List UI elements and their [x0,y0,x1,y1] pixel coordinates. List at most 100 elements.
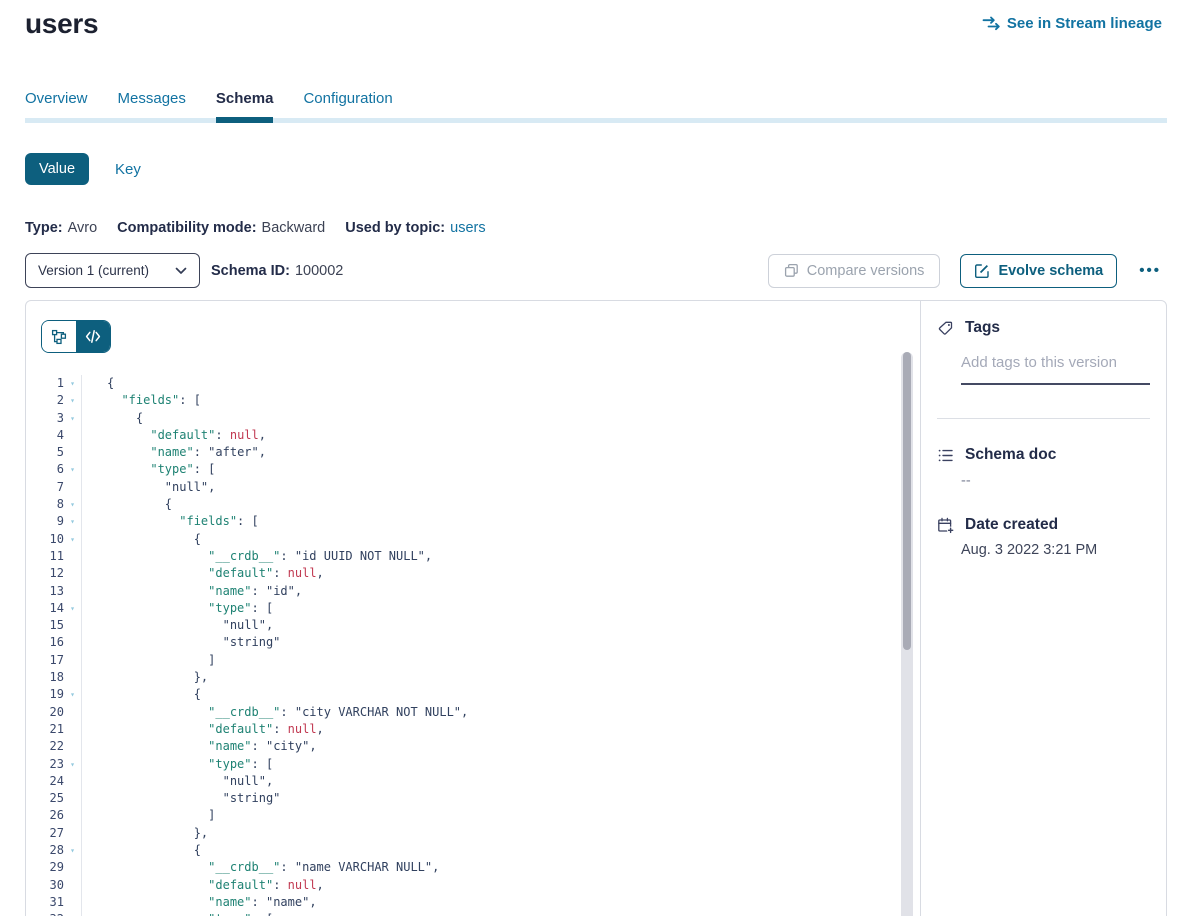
line-number: 18 [26,669,64,686]
line-number: 23 [26,756,64,773]
code-line: 25 "string" [26,790,920,807]
line-number: 27 [26,825,64,842]
code-scrollbar[interactable] [901,352,913,916]
code-text: "type": [ [82,911,273,916]
stream-lineage-link[interactable]: See in Stream lineage [982,15,1162,32]
tab-configuration[interactable]: Configuration [303,90,392,107]
line-number: 17 [26,652,64,669]
code-line: 30 "default": null, [26,877,920,894]
collapse-toggle-icon[interactable]: ▾ [64,531,81,548]
add-tags-input[interactable] [961,354,1150,385]
code-text: "default": null, [82,427,266,444]
code-text: ] [82,652,215,669]
tree-view-button[interactable] [42,321,76,352]
collapse-toggle-icon[interactable]: ▾ [64,375,81,392]
evolve-schema-button[interactable]: Evolve schema [960,254,1117,288]
scrollbar-thumb[interactable] [903,352,911,650]
code-text: "default": null, [82,721,324,738]
stream-lineage-icon [982,16,1000,31]
code-text: { [82,842,201,859]
code-line: 8▾ { [26,496,920,513]
gutter: 21 [26,721,82,738]
line-number: 28 [26,842,64,859]
gutter: 17 [26,652,82,669]
key-toggle-button[interactable]: Key [115,161,141,178]
code-line: 19▾ { [26,686,920,703]
code-text: "name": "name", [82,894,317,911]
gutter: 5 [26,444,82,461]
collapse-toggle-icon[interactable]: ▾ [64,461,81,478]
gutter: 16 [26,634,82,651]
gutter: 31 [26,894,82,911]
code-line: 14▾ "type": [ [26,600,920,617]
collapse-toggle-icon[interactable]: ▾ [64,600,81,617]
schema-doc-value: -- [961,473,971,489]
collapse-toggle-icon[interactable]: ▾ [64,686,81,703]
gutter-spacer [64,548,81,565]
collapse-toggle-icon[interactable]: ▾ [64,392,81,409]
code-line: 3▾ { [26,410,920,427]
line-number: 1 [26,375,64,392]
more-actions-button[interactable]: ••• [1133,258,1167,283]
code-line: 31 "name": "name", [26,894,920,911]
version-toolbar: Version 1 (current) Schema ID:100002 Com… [25,253,1167,288]
line-number: 31 [26,894,64,911]
gutter-spacer [64,565,81,582]
line-number: 25 [26,790,64,807]
gutter: 25 [26,790,82,807]
code-text: "__crdb__": "city VARCHAR NOT NULL", [82,704,468,721]
version-select[interactable]: Version 1 (current) [25,253,200,288]
line-number: 5 [26,444,64,461]
date-created-section-header: Date created [937,516,1058,534]
line-number: 7 [26,479,64,496]
gutter: 12 [26,565,82,582]
code-text: "fields": [ [82,513,259,530]
gutter-spacer [64,444,81,461]
compare-versions-button[interactable]: Compare versions [768,254,941,288]
collapse-toggle-icon[interactable]: ▾ [64,911,81,916]
collapse-toggle-icon[interactable]: ▾ [64,410,81,427]
code-line: 15 "null", [26,617,920,634]
code-text: "fields": [ [82,392,201,409]
code-line: 4 "default": null, [26,427,920,444]
code-line: 2▾ "fields": [ [26,392,920,409]
collapse-toggle-icon[interactable]: ▾ [64,513,81,530]
tab-underline-bar [25,118,1167,123]
gutter-spacer [64,427,81,444]
sidebar-divider [937,418,1150,419]
gutter: 26 [26,807,82,824]
schema-page: users See in Stream lineage Overview Mes… [0,0,1189,916]
value-key-toggle: Value Key [25,153,141,185]
collapse-toggle-icon[interactable]: ▾ [64,842,81,859]
code-line: 9▾ "fields": [ [26,513,920,530]
code-pane: 1▾{2▾ "fields": [3▾ {4 "default": null,5… [26,301,920,916]
tab-messages[interactable]: Messages [118,90,186,107]
code-text: "null", [82,773,273,790]
gutter-spacer [64,479,81,496]
gutter-spacer [64,773,81,790]
collapse-toggle-icon[interactable]: ▾ [64,496,81,513]
code-line: 29 "__crdb__": "name VARCHAR NULL", [26,859,920,876]
code-text: { [82,410,143,427]
code-text: "name": "after", [82,444,266,461]
value-toggle-button[interactable]: Value [25,153,89,185]
topic-link[interactable]: users [450,220,485,236]
code-text: "name": "id", [82,583,302,600]
gutter: 8▾ [26,496,82,513]
tab-schema[interactable]: Schema [216,90,274,107]
collapse-toggle-icon[interactable]: ▾ [64,756,81,773]
code-text: "name": "city", [82,738,317,755]
code-line: 16 "string" [26,634,920,651]
gutter: 13 [26,583,82,600]
active-tab-indicator [216,117,273,123]
tab-overview[interactable]: Overview [25,90,88,107]
tab-bar-items: Overview Messages Schema Configuration [25,90,393,107]
tags-section-header: Tags [937,319,1000,337]
code-line: 26 ] [26,807,920,824]
code-view-button[interactable] [76,321,110,352]
line-number: 29 [26,859,64,876]
code-line: 10▾ { [26,531,920,548]
gutter-spacer [64,807,81,824]
used-by-topic-field: Used by topic:users [345,220,485,236]
schema-view-toggle [41,320,111,353]
